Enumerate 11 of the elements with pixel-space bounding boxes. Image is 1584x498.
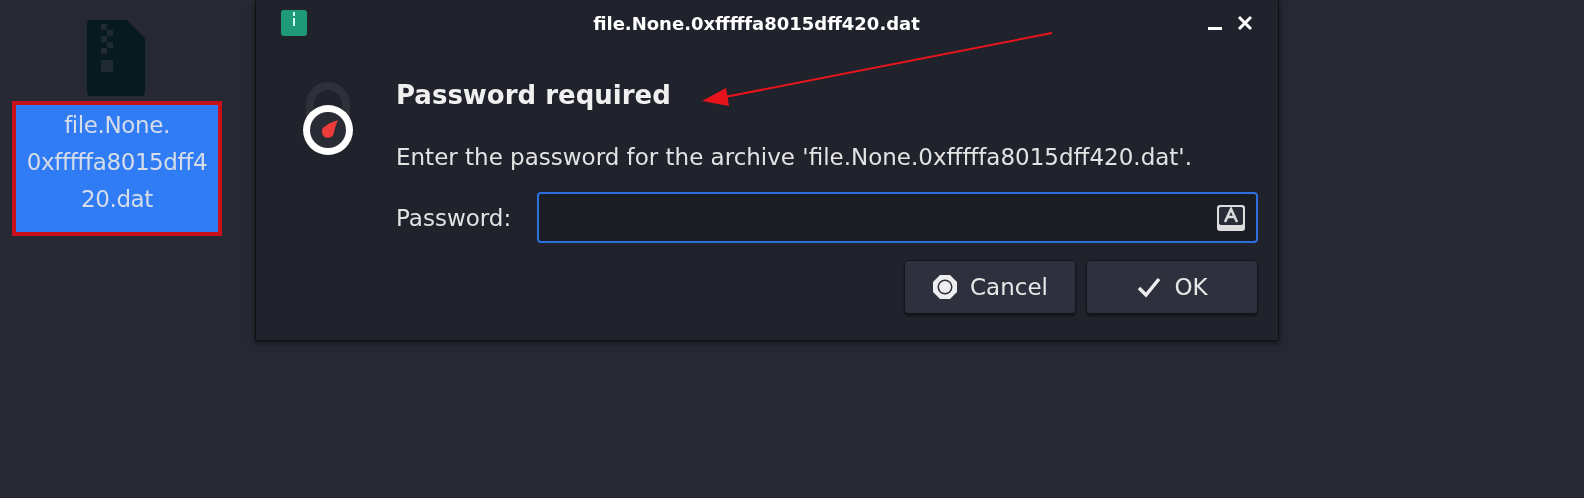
window-title: file.None.0xfffffa8015dff420.dat <box>592 12 921 34</box>
cancel-button[interactable]: Cancel <box>904 260 1076 314</box>
archive-app-icon <box>281 10 307 36</box>
dialog-heading: Password required <box>396 80 672 110</box>
close-icon[interactable] <box>1236 14 1254 32</box>
password-field[interactable] <box>537 192 1258 243</box>
dialog-message: Enter the password for the archive 'file.None.0xfffffa8015dff420.dat'. <box>396 144 1193 170</box>
stop-icon <box>932 274 959 300</box>
keyboard-key-icon[interactable] <box>1216 203 1246 232</box>
ok-button[interactable]: OK <box>1086 260 1258 314</box>
password-label: Password: <box>396 204 512 231</box>
